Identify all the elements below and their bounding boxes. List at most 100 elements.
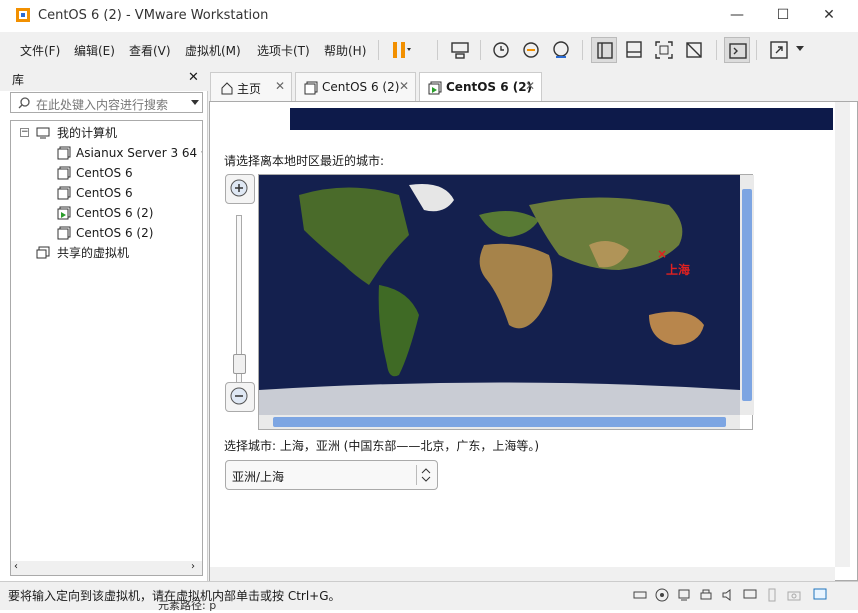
revert-snapshot-icon[interactable] <box>518 37 544 63</box>
zoom-out-icon <box>230 387 248 405</box>
library-hscrollbar[interactable]: ‹ › <box>11 561 202 575</box>
menu-bar: 文件(F) 编辑(E) 查看(V) 虚拟机(M) 选项卡(T) 帮助(H) <box>0 32 858 66</box>
installer-banner <box>290 108 833 130</box>
tab-label: CentOS 6 (2) <box>322 80 400 94</box>
menu-tabs[interactable]: 选项卡(T) <box>257 42 310 59</box>
library-header: 库 ✕ <box>0 67 208 91</box>
vm-icon <box>57 226 71 240</box>
tab-label: CentOS 6 (2) <box>446 80 533 94</box>
tree-node-vm[interactable]: CentOS 6 <box>11 183 201 203</box>
send-ctrl-alt-del-icon[interactable] <box>447 37 473 63</box>
timezone-map[interactable]: × 上海 <box>259 175 740 415</box>
menu-help[interactable]: 帮助(H) <box>324 42 366 59</box>
vmware-window: CentOS 6 (2) - VMware Workstation — ☐ ✕ … <box>0 0 858 612</box>
selected-city-text: 选择城市: 上海，亚洲 (中国东部——北京，广东，上海等。) <box>224 439 540 453</box>
console-hscrollbar[interactable] <box>210 567 835 581</box>
vm-icon <box>57 146 71 160</box>
printer-icon[interactable] <box>698 587 714 603</box>
stretch-view-icon[interactable] <box>766 37 792 63</box>
snapshot-icon[interactable] <box>488 37 514 63</box>
tree-label-vm: CentOS 6 <box>76 166 133 180</box>
tree-node-vm[interactable]: CentOS 6 (2) <box>11 223 201 243</box>
tree-node-vm[interactable]: Asianux Server 3 64 位 <box>11 143 203 163</box>
chevron-down-icon[interactable] <box>191 100 199 106</box>
selected-city-marker: × <box>657 247 668 261</box>
scroll-right-icon[interactable]: › <box>191 561 195 572</box>
tree-node-my-computer[interactable]: − 我的计算机 <box>11 123 201 143</box>
vm-icon <box>57 166 71 180</box>
tree-label-shared: 共享的虚拟机 <box>57 246 130 260</box>
search-icon <box>18 97 30 109</box>
timezone-dropdown[interactable]: 亚洲/上海 <box>225 460 438 490</box>
zoom-out-button[interactable] <box>225 382 255 412</box>
tree-node-shared[interactable]: 共享的虚拟机 <box>11 243 201 263</box>
console-vscrollbar[interactable] <box>835 102 850 567</box>
vmware-logo-icon <box>16 8 30 22</box>
close-icon[interactable]: ✕ <box>525 79 535 93</box>
main-area: 主页 ✕ CentOS 6 (2) ✕ CentOS 6 (2) ✕ 请选择离本… <box>209 67 858 581</box>
tree-label-vm: CentOS 6 (2) <box>76 226 154 240</box>
map-hscroll-thumb[interactable] <box>273 417 726 427</box>
background-element-path: 元素路径: p <box>158 599 217 612</box>
message-icon[interactable] <box>812 587 828 603</box>
chevron-updown-icon <box>421 468 431 482</box>
tree-node-vm-running[interactable]: CentOS 6 (2) <box>11 203 201 223</box>
tab-vm-active[interactable]: CentOS 6 (2) ✕ <box>419 72 542 102</box>
menu-view[interactable]: 查看(V) <box>129 42 171 59</box>
status-bar: 要将输入定向到该虚拟机，请在虚拟机内部单击或按 Ctrl+G。 <box>0 581 858 610</box>
usb-icon[interactable] <box>764 587 780 603</box>
show-library-icon[interactable] <box>591 37 617 63</box>
search-placeholder: 在此处键入内容进行搜索 <box>36 98 169 112</box>
close-button[interactable]: ✕ <box>806 0 852 32</box>
snapshot-manager-icon[interactable] <box>548 37 574 63</box>
tree-label-vm: Asianux Server 3 64 位 <box>76 146 203 160</box>
tree-label-vm: CentOS 6 (2) <box>76 206 154 220</box>
map-vscrollbar[interactable] <box>740 175 754 415</box>
close-icon[interactable]: ✕ <box>399 79 409 93</box>
menu-file[interactable]: 文件(F) <box>20 42 60 59</box>
selected-city-label: 上海 <box>666 263 691 277</box>
hdd-icon[interactable] <box>632 587 648 603</box>
menu-edit[interactable]: 编辑(E) <box>74 42 115 59</box>
camera-icon[interactable] <box>786 587 802 603</box>
timezone-map-frame: × 上海 <box>258 174 754 430</box>
map-vscroll-thumb[interactable] <box>742 189 752 401</box>
pause-icon[interactable] <box>387 37 413 63</box>
window-title: CentOS 6 (2) - VMware Workstation <box>38 8 269 23</box>
minimize-button[interactable]: — <box>714 0 760 32</box>
zoom-slider-handle[interactable] <box>233 354 246 374</box>
sound-icon[interactable] <box>720 587 736 603</box>
display-icon[interactable] <box>742 587 758 603</box>
console-view-icon[interactable] <box>724 37 750 63</box>
tree-label-vm: CentOS 6 <box>76 186 133 200</box>
tab-vm[interactable]: CentOS 6 (2) ✕ <box>295 72 416 102</box>
tab-home[interactable]: 主页 ✕ <box>210 72 292 102</box>
timezone-prompt: 请选择离本地时区最近的城市: <box>224 154 385 168</box>
chevron-down-icon[interactable] <box>796 46 804 52</box>
zoom-in-button[interactable] <box>225 174 255 204</box>
tree-label-my-computer: 我的计算机 <box>57 126 118 140</box>
close-icon[interactable]: ✕ <box>275 79 285 93</box>
library-panel: 库 ✕ 在此处键入内容进行搜索 − 我的计算机 Asianux Server 3… <box>0 67 208 581</box>
fullscreen-icon[interactable] <box>651 37 677 63</box>
map-hscrollbar[interactable] <box>259 415 740 429</box>
zoom-in-icon <box>230 179 248 197</box>
network-icon[interactable] <box>676 587 692 603</box>
world-map-image <box>259 175 740 415</box>
menu-vm[interactable]: 虚拟机(M) <box>185 42 241 59</box>
collapse-icon[interactable]: − <box>20 128 29 137</box>
close-icon[interactable]: ✕ <box>188 70 199 85</box>
thumbnail-bar-icon[interactable] <box>621 37 647 63</box>
vm-running-icon <box>428 81 442 95</box>
vm-running-icon <box>57 206 71 220</box>
vm-console[interactable]: 请选择离本地时区最近的城市: × 上海 选择城市: 上海，亚洲 (中国东部——北… <box>209 101 858 581</box>
vm-icon <box>57 186 71 200</box>
computer-icon <box>36 127 50 139</box>
search-input[interactable]: 在此处键入内容进行搜索 <box>10 92 203 113</box>
tree-node-vm[interactable]: CentOS 6 <box>11 163 201 183</box>
unity-icon[interactable] <box>681 37 707 63</box>
title-bar: CentOS 6 (2) - VMware Workstation — ☐ ✕ <box>0 0 858 32</box>
scroll-left-icon[interactable]: ‹ <box>14 561 18 572</box>
cd-icon[interactable] <box>654 587 670 603</box>
maximize-button[interactable]: ☐ <box>760 0 806 32</box>
